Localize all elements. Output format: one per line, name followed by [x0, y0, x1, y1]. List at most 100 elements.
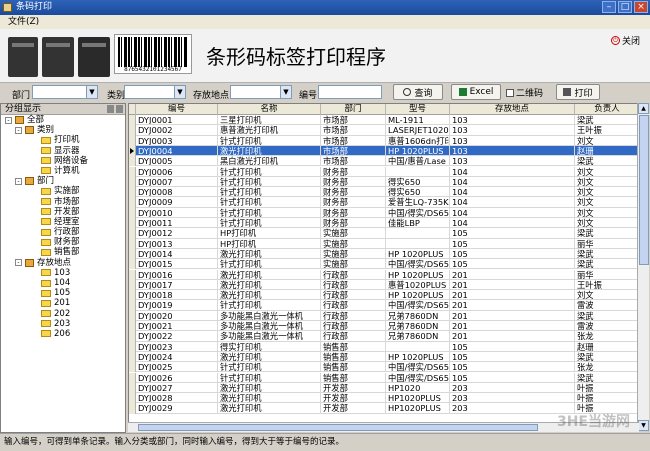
table-cell[interactable]: DYJ0019	[136, 300, 218, 311]
pin-icon[interactable]	[116, 105, 123, 113]
tree-item[interactable]: 实施部	[1, 186, 125, 196]
scroll-thumb[interactable]	[639, 115, 649, 265]
table-cell[interactable]: DYJ0027	[136, 382, 218, 394]
table-cell[interactable]: 刘文	[575, 167, 638, 177]
table-cell[interactable]: 105	[450, 372, 575, 383]
table-cell[interactable]: DYJ0003	[136, 135, 218, 146]
table-cell[interactable]: 王叶振	[575, 125, 638, 136]
table-cell[interactable]: HP 1020PLUS	[386, 290, 450, 301]
tree-item[interactable]: 网络设备	[1, 156, 125, 166]
table-row[interactable]: DYJ0025 针式打印机 销售部 中国/得实/DS65 105 张龙	[129, 362, 638, 373]
table-cell[interactable]: 针式打印机	[218, 218, 321, 229]
table-cell[interactable]: 激光打印机	[218, 382, 321, 394]
table-cell[interactable]: DYJ0007	[136, 176, 218, 188]
location-select[interactable]: ▼	[230, 85, 292, 99]
table-cell[interactable]: 行政部	[321, 321, 386, 332]
table-row[interactable]: DYJ0023 得实打印机 销售部 105 赵珊	[129, 341, 638, 352]
table-cell[interactable]: 103	[450, 115, 575, 126]
tree-item[interactable]: 202	[1, 309, 125, 319]
table-cell[interactable]: 销售部	[321, 362, 386, 373]
table-cell[interactable]: 叶振	[575, 383, 638, 394]
excel-button[interactable]: Excel	[451, 84, 501, 100]
table-cell[interactable]: HP 1020PLUS	[386, 269, 450, 280]
tree-item[interactable]: 201	[1, 298, 125, 308]
table-cell[interactable]: 201	[450, 300, 575, 311]
tree-item[interactable]: 打印机	[1, 135, 125, 145]
table-cell[interactable]: 销售部	[321, 351, 386, 363]
row-marker[interactable]	[129, 269, 136, 280]
table-cell[interactable]: 市场部	[321, 156, 386, 167]
table-row[interactable]: DYJ0013 HP打印机 实施部 105 丽华	[129, 238, 638, 249]
table-cell[interactable]: 市场部	[321, 135, 386, 146]
row-marker[interactable]	[129, 310, 136, 321]
tree-item[interactable]: - 存放地点	[1, 258, 125, 268]
tree-item[interactable]: 206	[1, 329, 125, 339]
table-cell[interactable]: 行政部	[321, 300, 386, 311]
row-marker[interactable]	[129, 300, 136, 311]
table-cell[interactable]: 得实打印机	[218, 341, 321, 352]
table-cell[interactable]: DYJ0006	[136, 166, 218, 177]
table-cell[interactable]: 爱普生LQ-735K	[386, 197, 450, 208]
row-marker[interactable]	[129, 156, 136, 167]
table-cell[interactable]: 实施部	[321, 228, 386, 239]
table-cell[interactable]: 104	[450, 166, 575, 177]
table-cell[interactable]: ML-1911	[386, 115, 450, 126]
table-cell[interactable]: 行政部	[321, 331, 386, 342]
tree-item[interactable]: 销售部	[1, 247, 125, 257]
table-cell[interactable]: HP 1020PLUS	[386, 248, 450, 260]
table-row[interactable]: DYJ0016 激光打印机 行政部 HP 1020PLUS 201 丽华	[129, 269, 638, 280]
table-cell[interactable]: 梁武	[575, 156, 638, 167]
table-cell[interactable]: 针式打印机	[218, 372, 321, 383]
row-marker[interactable]	[129, 351, 136, 363]
tree-item[interactable]: 104	[1, 278, 125, 288]
collapse-icon[interactable]: -	[15, 177, 22, 185]
table-cell[interactable]: 赵珊	[575, 145, 638, 157]
table-cell[interactable]	[386, 238, 450, 249]
table-cell[interactable]: 丽华	[575, 239, 638, 249]
table-cell[interactable]: 针式打印机	[218, 259, 321, 270]
table-cell[interactable]: 惠普1020PLUS	[386, 279, 450, 291]
row-marker[interactable]	[129, 259, 136, 270]
table-cell[interactable]: 行政部	[321, 290, 386, 301]
tree-item[interactable]: 105	[1, 288, 125, 298]
dept-select[interactable]: ▼	[32, 85, 98, 99]
table-cell[interactable]: 中国/得实/DS65	[386, 259, 450, 270]
table-cell[interactable]: 刘文	[575, 136, 638, 146]
table-cell[interactable]: DYJ0024	[136, 351, 218, 363]
table-row[interactable]: DYJ0014 激光打印机 实施部 HP 1020PLUS 105 梁武	[129, 248, 638, 260]
table-cell[interactable]: 张龙	[575, 362, 638, 373]
table-cell[interactable]: 105	[450, 248, 575, 260]
table-cell[interactable]	[386, 228, 450, 239]
table-cell[interactable]: 刘文	[575, 187, 638, 198]
table-cell[interactable]: 中国/惠普/Lase	[386, 156, 450, 167]
tree-item[interactable]: 显示器	[1, 146, 125, 156]
table-cell[interactable]: 中国/得实/DS65	[386, 362, 450, 373]
table-row[interactable]: DYJ0021 多功能黑白激光一体机 行政部 兄弟7860DN 201 雷波	[129, 321, 638, 332]
row-marker[interactable]	[129, 228, 136, 239]
filter-icon[interactable]	[107, 105, 114, 113]
table-cell[interactable]: 梁武	[575, 249, 638, 260]
table-cell[interactable]: 201	[450, 279, 575, 291]
table-cell[interactable]: 激光打印机	[218, 279, 321, 291]
table-cell[interactable]: 201	[450, 290, 575, 301]
table-cell[interactable]: 针式打印机	[218, 187, 321, 198]
table-cell[interactable]: 惠普1606dn打印	[386, 135, 450, 146]
table-row[interactable]: DYJ0026 针式打印机 销售部 中国/得实/DS65 105 梁武	[129, 372, 638, 383]
table-cell[interactable]: 104	[450, 176, 575, 188]
table-cell[interactable]: 销售部	[321, 372, 386, 383]
table-cell[interactable]: 201	[450, 269, 575, 280]
table-cell[interactable]: DYJ0028	[136, 393, 218, 404]
row-marker[interactable]	[129, 197, 136, 208]
table-cell[interactable]: 销售部	[321, 341, 386, 352]
print-button[interactable]: 打印	[556, 84, 600, 100]
table-cell[interactable]: DYJ0001	[136, 115, 218, 126]
table-cell[interactable]: 财务部	[321, 187, 386, 198]
table-cell[interactable]: 市场部	[321, 145, 386, 157]
table-cell[interactable]: 三星打印机	[218, 115, 321, 126]
maximize-button[interactable]: □	[618, 1, 632, 13]
table-cell[interactable]: 针式打印机	[218, 300, 321, 311]
table-cell[interactable]: 201	[450, 331, 575, 342]
table-cell[interactable]: 丽华	[575, 270, 638, 280]
table-cell[interactable]: DYJ0029	[136, 403, 218, 414]
table-cell[interactable]: 行政部	[321, 279, 386, 291]
